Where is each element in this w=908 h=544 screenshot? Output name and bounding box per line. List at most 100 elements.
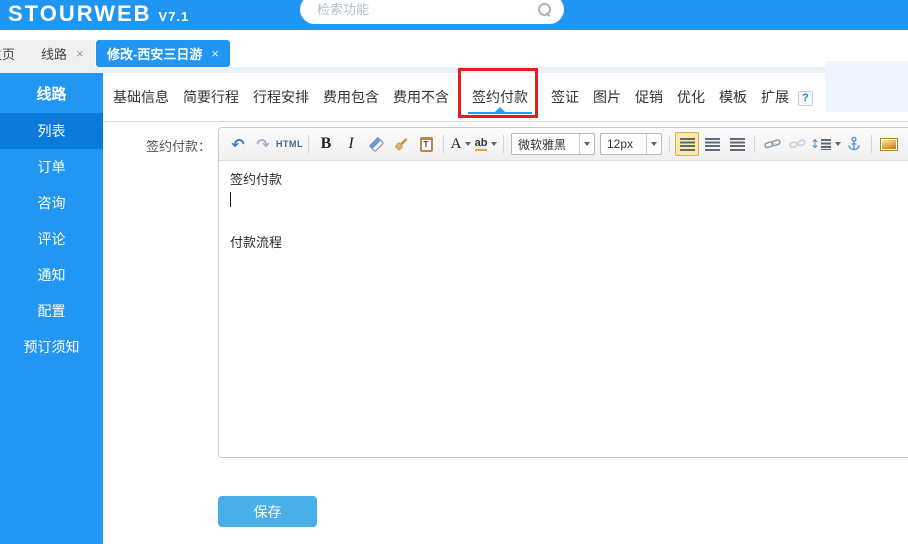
align-left-icon	[679, 137, 695, 151]
help-icon[interactable]: ?	[797, 91, 813, 106]
editor-content[interactable]: 签约付款 付款流程	[219, 161, 908, 261]
tab-itinerary-plan[interactable]: 行程安排	[253, 73, 309, 121]
sidebar-item-booking-notes[interactable]: 预订须知	[0, 329, 103, 365]
tab-fee-excluded[interactable]: 费用不含	[393, 73, 449, 121]
tab-pictures[interactable]: 图片	[593, 73, 621, 121]
sidebar-item-orders[interactable]: 订单	[0, 149, 103, 185]
updown-arrow-icon: ↕	[810, 137, 821, 151]
font-family-select[interactable]: 微软雅黑	[511, 133, 595, 155]
tab-label: 费用包含	[323, 89, 379, 105]
tab-label: 优化	[677, 89, 705, 105]
text-cursor	[230, 192, 231, 207]
tab-label: 行程安排	[253, 89, 309, 105]
rich-text-editor: ↶ ↷ HTML B I A ab 微软雅黑	[218, 127, 908, 458]
remove-link-button[interactable]	[785, 132, 809, 156]
sidebar-item-notice[interactable]: 通知	[0, 257, 103, 293]
search-icon[interactable]	[538, 3, 551, 16]
line-height-button[interactable]: ↕	[810, 132, 842, 156]
tab-label: 扩展	[761, 89, 789, 105]
unlink-icon	[788, 139, 806, 149]
editor-line-with-cursor	[230, 190, 906, 211]
editor-line-blank	[230, 211, 906, 232]
window-tab-line[interactable]: 线路 ×	[30, 40, 95, 67]
tab-label: 基础信息	[113, 89, 169, 105]
active-tab-pointer	[495, 107, 505, 112]
search-input[interactable]	[317, 2, 512, 17]
insert-link-button[interactable]	[760, 132, 784, 156]
clipboard-shape	[419, 136, 433, 152]
align-center-button[interactable]	[700, 132, 724, 156]
active-tab-underline	[468, 112, 532, 114]
link-icon	[763, 139, 781, 149]
toolbar-separator	[669, 135, 670, 153]
chevron-down-icon	[491, 142, 498, 146]
app-logo: STOURWEB V7.1	[8, 1, 189, 27]
window-tab-label: 主页	[0, 47, 16, 62]
brush-shape	[395, 137, 408, 151]
close-icon[interactable]: ×	[211, 47, 219, 60]
tab-fee-included[interactable]: 费用包含	[323, 73, 379, 121]
font-color-button[interactable]: A	[449, 132, 473, 156]
save-button[interactable]: 保存	[218, 496, 317, 527]
align-left-button[interactable]	[675, 132, 699, 156]
global-search[interactable]	[300, 0, 564, 24]
align-right-button[interactable]	[725, 132, 749, 156]
tab-label: 图片	[593, 89, 621, 105]
paste-as-text-icon[interactable]	[414, 132, 438, 156]
chevron-down-icon	[465, 142, 472, 146]
editor-line: 签约付款	[230, 172, 283, 187]
app-header: STOURWEB V7.1	[0, 0, 908, 30]
tab-template[interactable]: 模板	[719, 73, 747, 121]
undo-icon[interactable]: ↶	[226, 132, 250, 156]
sidebar-item-line[interactable]: 线路	[0, 77, 103, 113]
toolbar-separator	[754, 135, 755, 153]
lines-icon	[821, 138, 832, 150]
font-color-glyph: A	[450, 135, 462, 152]
version-label: V7.1	[158, 9, 190, 24]
highlight-glyph: ab	[474, 137, 488, 152]
bold-button[interactable]: B	[314, 132, 338, 156]
italic-button[interactable]: I	[339, 132, 363, 156]
tab-promotion[interactable]: 促销	[635, 73, 663, 121]
content-tab-bar: 基础信息 简要行程 行程安排 费用包含 费用不含 签约付款 签证 图片 促销 优…	[103, 68, 908, 122]
highlight-button[interactable]: ab	[474, 132, 498, 156]
window-tab-home[interactable]: 主页	[0, 40, 32, 67]
anchor-button[interactable]	[842, 132, 866, 156]
tab-label: 促销	[635, 89, 663, 105]
tab-basic-info[interactable]: 基础信息	[113, 73, 169, 121]
tab-label: 简要行程	[183, 89, 239, 105]
format-painter-icon[interactable]	[389, 132, 413, 156]
eraser-icon[interactable]	[364, 132, 388, 156]
logo-text: STOURWEB	[8, 1, 152, 26]
toolbar-separator	[503, 135, 504, 153]
tab-contract-payment[interactable]: 签约付款	[458, 68, 538, 121]
tab-optimization[interactable]: 优化	[677, 73, 705, 121]
tab-label: 费用不含	[393, 89, 449, 105]
image-icon	[880, 137, 899, 151]
align-right-icon	[729, 137, 745, 151]
tab-extension[interactable]: 扩展 ?	[761, 73, 813, 121]
toolbar-separator	[871, 135, 873, 153]
sidebar-item-comments[interactable]: 评论	[0, 221, 103, 257]
font-size-select[interactable]: 12px	[600, 133, 662, 155]
toolbar-separator	[443, 135, 444, 153]
window-tab-bar: 主页 线路 × 修改-西安三日游 ×	[0, 30, 908, 67]
editor-line: 付款流程	[230, 235, 283, 250]
sidebar-item-config[interactable]: 配置	[0, 293, 103, 329]
right-pale-panel	[825, 61, 908, 112]
window-tab-edit-xian-tour[interactable]: 修改-西安三日游 ×	[96, 40, 230, 67]
font-family-value: 微软雅黑	[518, 137, 567, 152]
tab-brief-itinerary[interactable]: 简要行程	[183, 73, 239, 121]
toolbar-separator	[308, 135, 309, 153]
field-label-contract-payment: 签约付款：	[146, 139, 212, 154]
tab-visa[interactable]: 签证	[551, 73, 579, 121]
sidebar: 线路 列表 订单 咨询 评论 通知 配置 预订须知	[0, 73, 103, 544]
align-center-icon	[704, 137, 720, 151]
html-source-button[interactable]: HTML	[276, 132, 303, 156]
anchor-icon	[848, 136, 860, 151]
redo-icon[interactable]: ↷	[251, 132, 275, 156]
sidebar-item-list[interactable]: 列表	[0, 113, 103, 149]
sidebar-item-inquiry[interactable]: 咨询	[0, 185, 103, 221]
close-icon[interactable]: ×	[76, 47, 84, 60]
insert-image-button[interactable]	[877, 132, 901, 156]
